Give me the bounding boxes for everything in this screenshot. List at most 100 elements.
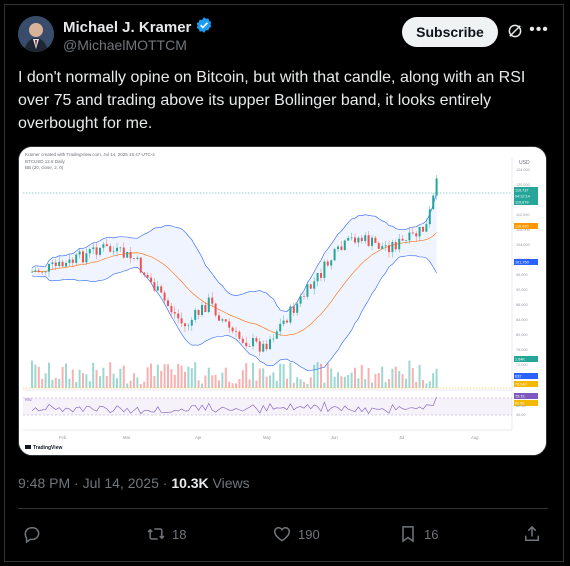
candle-body — [252, 338, 254, 347]
volume-bar — [170, 369, 173, 388]
candle-body — [428, 209, 431, 225]
y-tick-label: 88,000 — [516, 303, 528, 307]
candle-body — [92, 247, 95, 250]
volume-bar — [330, 368, 333, 388]
volume-bar — [292, 382, 295, 388]
volume-bar — [82, 373, 84, 388]
volume-bar — [354, 367, 356, 388]
tradingview-brand: TradingView — [33, 445, 62, 451]
volume-bar — [343, 376, 346, 388]
candle-body — [75, 254, 78, 263]
volume-bar — [75, 382, 78, 388]
rsi-label: RSI — [25, 397, 32, 402]
volume-bar — [37, 366, 40, 388]
candle-body — [136, 257, 139, 259]
candle-body — [306, 284, 309, 297]
volume-bar — [316, 362, 319, 388]
candle-body — [109, 246, 112, 252]
volume-bar — [122, 365, 125, 388]
candle-body — [337, 246, 339, 250]
volume-bar — [48, 362, 50, 388]
volume-bar — [68, 378, 71, 388]
candle-body — [272, 338, 275, 340]
volume-bar — [133, 373, 135, 388]
candle-body — [258, 341, 261, 352]
candle-body — [112, 251, 115, 252]
subscribe-button[interactable]: Subscribe — [402, 17, 498, 47]
volume-bar — [150, 363, 152, 388]
candle-body — [381, 246, 384, 249]
candle-body — [61, 261, 64, 267]
volume-bar — [262, 368, 265, 388]
volume-bar — [299, 379, 302, 388]
chart-image[interactable]: Kramer created with TradingView.com, Jul… — [18, 146, 547, 456]
volume-bar — [231, 383, 234, 388]
volume-bar — [333, 376, 336, 388]
like-button[interactable]: 190 — [272, 524, 320, 544]
bookmark-button[interactable]: 16 — [398, 524, 438, 544]
candle-body — [333, 249, 336, 261]
candle-body — [418, 226, 421, 237]
volume-bar — [435, 368, 438, 388]
author-name[interactable]: Michael J. Kramer — [63, 19, 191, 36]
divider — [18, 508, 548, 509]
candle-body — [303, 296, 305, 297]
volume-bar — [156, 364, 159, 388]
candle-body — [235, 331, 237, 332]
rsi-tick-label: 80.00 — [516, 395, 526, 399]
volume-bar — [173, 374, 176, 388]
candle-body — [282, 320, 285, 324]
candle-body — [296, 303, 299, 313]
candle-body — [398, 238, 401, 250]
candle-body — [85, 253, 88, 263]
candle-body — [44, 271, 47, 273]
volume-bar — [61, 366, 64, 388]
volume-bar — [428, 381, 431, 388]
candle-body — [384, 245, 387, 247]
candle-body — [126, 251, 129, 258]
author-handle[interactable]: @MichaelMOTTCM — [63, 37, 187, 53]
volume-bar — [309, 377, 312, 388]
candle-body — [340, 246, 343, 250]
volume-bar — [245, 363, 248, 388]
volume-bar — [398, 371, 401, 388]
volume-bar — [105, 376, 108, 388]
volume-bar — [224, 367, 227, 388]
candle-body — [425, 224, 428, 232]
candle-body — [221, 319, 224, 321]
price-tag-label: 119,679 — [515, 201, 528, 205]
tweet-timestamp[interactable]: 9:48 PM · Jul 14, 2025 · — [18, 475, 171, 491]
volume-bar — [422, 379, 424, 388]
grok-icon[interactable] — [506, 22, 524, 40]
volume-bar — [306, 383, 309, 388]
volume-bar — [320, 363, 322, 388]
candle-body — [367, 235, 370, 246]
candle-body — [241, 338, 244, 343]
month-label: Feb — [59, 435, 67, 440]
candle-body — [88, 249, 91, 254]
candle-body — [299, 296, 302, 304]
price-tag-label: 1.64K — [515, 358, 525, 362]
volume-bar — [296, 377, 299, 388]
candle-body — [180, 318, 183, 324]
reply-button[interactable] — [22, 524, 48, 544]
volume-bar — [88, 381, 91, 388]
candle-body — [330, 260, 333, 266]
candle-body — [279, 323, 282, 332]
y-tick-label: 120,000 — [516, 183, 530, 187]
candle-body — [408, 232, 411, 241]
volume-bar — [289, 362, 292, 388]
share-button[interactable] — [522, 524, 542, 544]
candle-body — [54, 262, 57, 266]
volume-bar — [41, 378, 44, 388]
volume-bar — [85, 374, 88, 388]
candle-body — [286, 320, 288, 323]
candle-body — [218, 315, 220, 321]
more-options-icon[interactable]: ••• — [528, 20, 550, 40]
candle-body — [364, 235, 367, 242]
bookmark-count: 16 — [424, 526, 439, 542]
avatar[interactable] — [18, 16, 54, 52]
repost-button[interactable]: 18 — [146, 524, 186, 544]
candle-body — [360, 237, 363, 242]
y-tick-label: 72,000 — [516, 363, 528, 367]
